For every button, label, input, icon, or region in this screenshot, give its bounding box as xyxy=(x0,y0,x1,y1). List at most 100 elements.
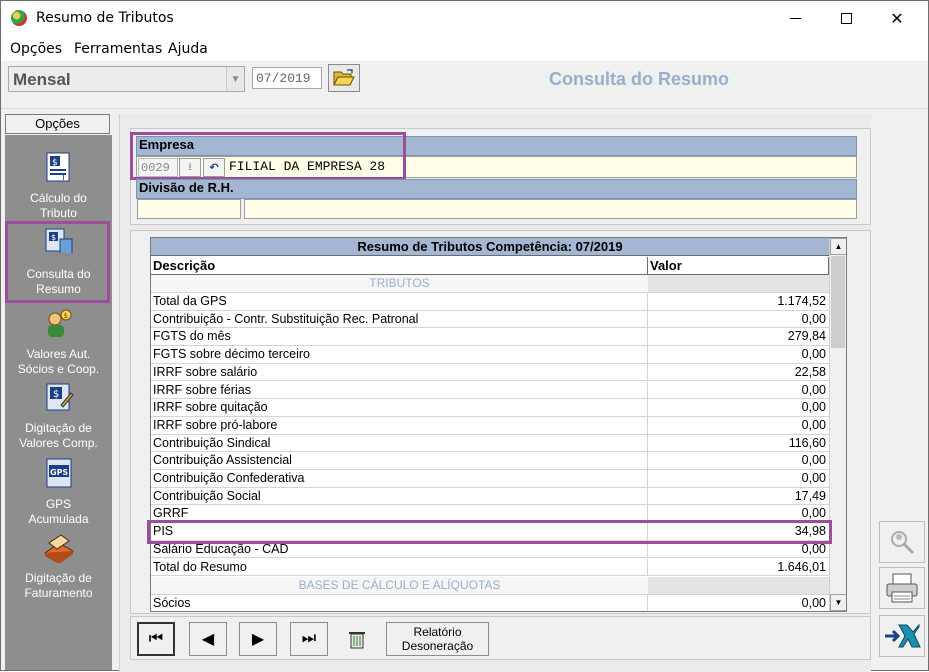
type-select-value: Mensal xyxy=(13,70,71,89)
sidebar-item-calculo[interactable]: $ T Cálculo do Tributo xyxy=(5,151,112,221)
column-separator xyxy=(647,470,648,487)
chevron-down-icon[interactable]: ▼ xyxy=(226,67,244,91)
scroll-thumb[interactable] xyxy=(831,256,845,348)
divisao-label: Divisão de R.H. xyxy=(136,179,857,199)
row-description: Sócios xyxy=(153,596,191,610)
sidebar-item-label: Sócios e Coop. xyxy=(17,362,100,376)
menu-bar: Opções Ferramentas Ajuda xyxy=(1,35,928,61)
section-label: BASES DE CÁLCULO E ALÍQUOTAS xyxy=(298,578,501,592)
sidebar-item-label: Digitação de xyxy=(25,421,92,435)
row-value: 0,00 xyxy=(801,347,826,362)
row-description: IRRF sobre salário xyxy=(153,364,258,379)
table-row[interactable]: Contribuição - Contr. Substituição Rec. … xyxy=(151,310,829,329)
section-value-cell xyxy=(648,577,829,594)
table-row[interactable]: Contribuição Confederativa 0,00 xyxy=(151,470,829,488)
column-separator xyxy=(647,381,648,399)
prev-record-button[interactable]: ◀ xyxy=(189,622,227,656)
page-title: Consulta do Resumo xyxy=(549,69,730,89)
divisao-code-input[interactable] xyxy=(137,199,241,219)
arrow-down-icon: ▼ xyxy=(834,598,843,607)
close-button[interactable]: ✕ xyxy=(874,1,920,35)
row-value: 0,00 xyxy=(801,417,826,432)
table-row[interactable]: Contribuição Assistencial 0,00 xyxy=(151,452,829,470)
sidebar-item-valores-socios[interactable]: $ Valores Aut. Sócios e Coop. xyxy=(5,307,112,377)
sidebar-item-digitacao-valores[interactable]: $ Digitação de Valores Comp. xyxy=(5,381,112,451)
print-button[interactable] xyxy=(879,567,925,609)
arrow-up-icon: ▲ xyxy=(834,242,843,251)
minimize-button[interactable] xyxy=(772,1,818,35)
column-separator xyxy=(647,487,648,505)
relatorio-desoneracao-button[interactable]: Relatório Desoneração xyxy=(386,622,489,656)
open-folder-button[interactable] xyxy=(328,64,360,92)
row-description: FGTS do mês xyxy=(153,329,231,344)
valores-socios-icon: $ xyxy=(47,309,71,337)
minimize-icon xyxy=(789,17,801,19)
column-separator xyxy=(647,363,648,381)
row-description: IRRF sobre férias xyxy=(153,382,251,397)
sidebar-item-faturamento[interactable]: Digitação de Faturamento xyxy=(5,531,112,601)
folder-open-icon xyxy=(333,69,355,86)
menu-ferramentas[interactable]: Ferramentas xyxy=(74,41,162,57)
row-description: IRRF sobre quitação xyxy=(153,400,268,415)
empresa-highlight xyxy=(130,132,406,180)
column-separator xyxy=(647,558,648,576)
sidebar-item-label: GPS xyxy=(45,497,72,511)
exit-button[interactable] xyxy=(879,615,925,657)
svg-text:GPS: GPS xyxy=(50,468,68,477)
table-row[interactable]: Sócios 0,00 xyxy=(151,595,829,611)
column-header-valor[interactable]: Valor xyxy=(648,257,829,275)
divisao-name-input[interactable] xyxy=(244,199,857,219)
section-value-cell xyxy=(648,275,829,292)
table-row[interactable]: Total do Resumo 1.646,01 xyxy=(151,558,829,577)
table-row[interactable]: FGTS sobre décimo terceiro 0,00 xyxy=(151,346,829,364)
sidebar: $ T Cálculo do Tributo $ Consulta do Res… xyxy=(5,135,112,670)
type-select[interactable]: Mensal ▼ xyxy=(8,66,245,92)
svg-text:T: T xyxy=(60,173,66,182)
table-row[interactable]: IRRF sobre férias 0,00 xyxy=(151,381,829,400)
digitacao-valores-icon: $ xyxy=(46,383,74,411)
column-separator xyxy=(647,416,648,434)
menu-ajuda[interactable]: Ajuda xyxy=(168,41,208,57)
row-value: 116,60 xyxy=(788,435,826,450)
sidebar-item-label: Faturamento xyxy=(24,586,93,600)
sidebar-item-gps[interactable]: GPS GPS Acumulada xyxy=(5,457,112,527)
title-bar: Resumo de Tributos ✕ xyxy=(1,1,928,35)
scroll-up-button[interactable]: ▲ xyxy=(830,238,846,255)
next-icon: ▶ xyxy=(251,631,265,648)
app-icon xyxy=(11,10,27,26)
row-description: IRRF sobre pró-labore xyxy=(153,417,278,432)
sidebar-item-label: Acumulada xyxy=(28,512,89,526)
prev-icon: ◀ xyxy=(201,631,215,648)
vertical-scrollbar[interactable]: ▲ ▼ xyxy=(829,238,846,611)
column-separator xyxy=(647,399,648,416)
table-row[interactable]: IRRF sobre quitação 0,00 xyxy=(151,399,829,417)
exit-icon xyxy=(885,623,921,648)
table-row[interactable]: Total da GPS 1.174,52 xyxy=(151,293,829,311)
table-row[interactable]: IRRF sobre pró-labore 0,00 xyxy=(151,416,829,435)
table-row[interactable]: Contribuição Sindical 116,60 xyxy=(151,434,829,453)
maximize-button[interactable] xyxy=(823,1,869,35)
button-label: Desoneração xyxy=(401,639,474,653)
selected-item-highlight xyxy=(5,221,110,303)
table-row[interactable]: Contribuição Social 17,49 xyxy=(151,487,829,506)
close-icon: ✕ xyxy=(890,8,904,28)
row-description: Contribuição - Contr. Substituição Rec. … xyxy=(153,311,419,326)
menu-opcoes[interactable]: Opções xyxy=(10,41,62,57)
column-header-descricao[interactable]: Descrição xyxy=(151,257,648,275)
search-person-button[interactable] xyxy=(879,521,925,563)
sidebar-tab-opcoes[interactable]: Opções xyxy=(5,114,110,134)
next-record-button[interactable]: ▶ xyxy=(239,622,277,656)
scroll-down-button[interactable]: ▼ xyxy=(830,594,846,611)
table-row[interactable]: FGTS do mês 279,84 xyxy=(151,328,829,347)
button-label: Relatório xyxy=(413,625,462,639)
first-record-button[interactable]: ⏮ xyxy=(137,622,175,656)
row-value: 0,00 xyxy=(801,453,826,468)
window-title: Resumo de Tributos xyxy=(36,10,174,26)
table-row[interactable]: IRRF sobre salário 22,58 xyxy=(151,363,829,382)
calc-tributo-icon: $ T xyxy=(46,152,69,182)
delete-button[interactable] xyxy=(338,622,376,656)
tributos-grid[interactable]: Resumo de Tributos Competência: 07/2019 … xyxy=(150,237,847,612)
period-input[interactable]: 07/2019 xyxy=(252,67,322,89)
last-record-button[interactable]: ⏭ xyxy=(290,622,328,656)
row-description: GRRF xyxy=(153,506,189,521)
